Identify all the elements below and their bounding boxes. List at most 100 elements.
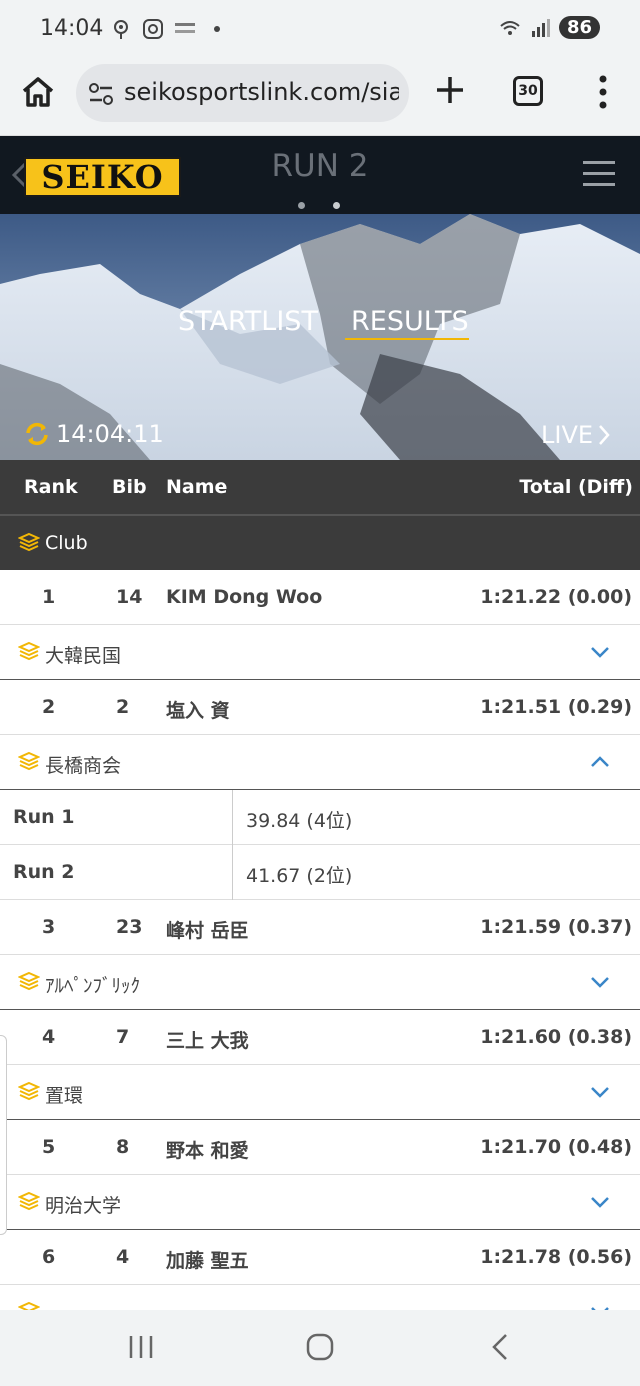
site-settings-icon[interactable] bbox=[88, 82, 114, 106]
page-indicator bbox=[298, 202, 340, 209]
club-name: 置環 bbox=[45, 1085, 84, 1107]
result-name: 塩入 資 bbox=[166, 700, 230, 722]
url-text[interactable]: seikosportslink.com/sias bbox=[124, 78, 399, 106]
result-name: 加藤 聖五 bbox=[166, 1250, 249, 1272]
layers-icon bbox=[18, 641, 40, 661]
layers-icon bbox=[18, 1081, 40, 1101]
status-bar: 14:04 86 bbox=[0, 0, 640, 62]
result-total: 1:21.22 (0.00) bbox=[480, 586, 632, 608]
club-name: ｱﾙﾍﾟﾝﾌﾞﾘｯｸ bbox=[45, 975, 141, 997]
club-row[interactable]: 置環 bbox=[0, 1065, 640, 1120]
result-bib: 23 bbox=[116, 916, 143, 938]
layers-icon bbox=[18, 751, 40, 771]
result-rank: 1 bbox=[42, 586, 56, 608]
result-rank: 5 bbox=[42, 1136, 56, 1158]
club-row[interactable]: 大韓民国 bbox=[0, 625, 640, 680]
result-bib: 4 bbox=[116, 1246, 130, 1268]
run-detail-row: Run 2 41.67 (2位) bbox=[0, 845, 640, 900]
club-row[interactable]: 明治大学 bbox=[0, 1175, 640, 1230]
hamburger-menu-icon[interactable] bbox=[583, 160, 615, 188]
more-menu-icon[interactable] bbox=[596, 74, 610, 110]
result-name: 野本 和愛 bbox=[166, 1140, 249, 1162]
run-title: RUN 2 bbox=[271, 148, 369, 184]
system-nav-bar bbox=[0, 1310, 640, 1386]
club-name: 長橋商会 bbox=[45, 755, 122, 777]
run-value: 41.67 (2位) bbox=[246, 865, 353, 887]
hero-banner: STARTLIST RESULTS 14:04:11 LIVE bbox=[0, 214, 640, 460]
divider bbox=[232, 790, 233, 845]
result-name: 三上 大我 bbox=[166, 1030, 249, 1052]
tab-switcher-button[interactable]: 30 bbox=[513, 76, 543, 106]
result-row[interactable]: 6 4 加藤 聖五 1:21.78 (0.56) bbox=[0, 1230, 640, 1285]
header-club-row: Club bbox=[0, 515, 640, 570]
chevron-down-icon[interactable] bbox=[590, 1195, 610, 1209]
status-time: 14:04 bbox=[40, 16, 104, 41]
page-dot bbox=[298, 202, 305, 209]
dot-icon bbox=[214, 26, 220, 32]
results-table-header: Rank Bib Name Total (Diff) bbox=[0, 460, 640, 515]
result-bib: 14 bbox=[116, 586, 143, 608]
layers-icon bbox=[18, 1191, 40, 1211]
address-bar[interactable]: seikosportslink.com/sias bbox=[76, 64, 409, 122]
result-row[interactable]: 4 7 三上 大我 1:21.60 (0.38) bbox=[0, 1010, 640, 1065]
result-total: 1:21.51 (0.29) bbox=[480, 696, 632, 718]
result-total: 1:21.60 (0.38) bbox=[480, 1026, 632, 1048]
notification-icon bbox=[175, 23, 195, 33]
result-name: KIM Dong Woo bbox=[166, 586, 323, 608]
wifi-icon bbox=[500, 20, 520, 35]
result-row[interactable]: 3 23 峰村 岳臣 1:21.59 (0.37) bbox=[0, 900, 640, 955]
side-panel-handle[interactable] bbox=[0, 1035, 7, 1235]
header-rank: Rank bbox=[24, 476, 78, 498]
result-rank: 3 bbox=[42, 916, 56, 938]
club-name: 明治大学 bbox=[45, 1195, 122, 1217]
browser-toolbar: seikosportslink.com/sias 30 bbox=[0, 62, 640, 136]
recent-apps-icon[interactable] bbox=[128, 1332, 154, 1362]
result-bib: 8 bbox=[116, 1136, 130, 1158]
chevron-right-icon bbox=[599, 425, 610, 445]
clock-time: 14:04:11 bbox=[56, 420, 164, 448]
layers-icon bbox=[18, 971, 40, 991]
live-label: LIVE bbox=[541, 421, 594, 449]
chevron-down-icon[interactable] bbox=[590, 975, 610, 989]
signal-icon bbox=[531, 18, 550, 37]
tab-results[interactable]: RESULTS bbox=[351, 306, 469, 337]
divider bbox=[232, 845, 233, 900]
result-total: 1:21.59 (0.37) bbox=[480, 916, 632, 938]
new-tab-icon[interactable] bbox=[432, 72, 468, 108]
result-total: 1:21.78 (0.56) bbox=[480, 1246, 632, 1268]
result-row[interactable]: 5 8 野本 和愛 1:21.70 (0.48) bbox=[0, 1120, 640, 1175]
run-label: Run 2 bbox=[13, 861, 75, 883]
live-button[interactable]: LIVE bbox=[541, 421, 611, 449]
chevron-down-icon[interactable] bbox=[590, 645, 610, 659]
run-label: Run 1 bbox=[13, 806, 75, 828]
result-name: 峰村 岳臣 bbox=[166, 920, 249, 942]
result-row[interactable]: 1 14 KIM Dong Woo 1:21.22 (0.00) bbox=[0, 570, 640, 625]
header-name: Name bbox=[166, 476, 228, 498]
page-dot-active bbox=[333, 202, 340, 209]
club-row[interactable]: 長橋商会 bbox=[0, 735, 640, 790]
tab-startlist[interactable]: STARTLIST bbox=[178, 306, 318, 337]
home-nav-icon[interactable] bbox=[305, 1332, 335, 1362]
header-total: Total (Diff) bbox=[519, 476, 633, 498]
result-row[interactable]: 2 2 塩入 資 1:21.51 (0.29) bbox=[0, 680, 640, 735]
seiko-logo[interactable]: SEIKO bbox=[24, 157, 181, 197]
result-rank: 6 bbox=[42, 1246, 56, 1268]
run-value: 39.84 (4位) bbox=[246, 810, 353, 832]
club-row[interactable]: ｱﾙﾍﾟﾝﾌﾞﾘｯｸ bbox=[0, 955, 640, 1010]
instagram-icon bbox=[143, 19, 163, 39]
result-rank: 4 bbox=[42, 1026, 56, 1048]
active-tab-indicator bbox=[345, 338, 469, 340]
result-rank: 2 bbox=[42, 696, 56, 718]
refresh-icon[interactable] bbox=[24, 421, 50, 447]
layers-icon bbox=[18, 532, 40, 552]
result-total: 1:21.70 (0.48) bbox=[480, 1136, 632, 1158]
chevron-up-icon[interactable] bbox=[590, 755, 610, 769]
result-bib: 7 bbox=[116, 1026, 130, 1048]
header-bib: Bib bbox=[112, 476, 147, 498]
chevron-down-icon[interactable] bbox=[590, 1085, 610, 1099]
refresh-clock[interactable]: 14:04:11 bbox=[24, 420, 164, 448]
battery-indicator: 86 bbox=[558, 16, 600, 39]
home-icon[interactable] bbox=[20, 74, 56, 110]
back-nav-icon[interactable] bbox=[489, 1332, 511, 1362]
location-icon bbox=[114, 20, 128, 39]
